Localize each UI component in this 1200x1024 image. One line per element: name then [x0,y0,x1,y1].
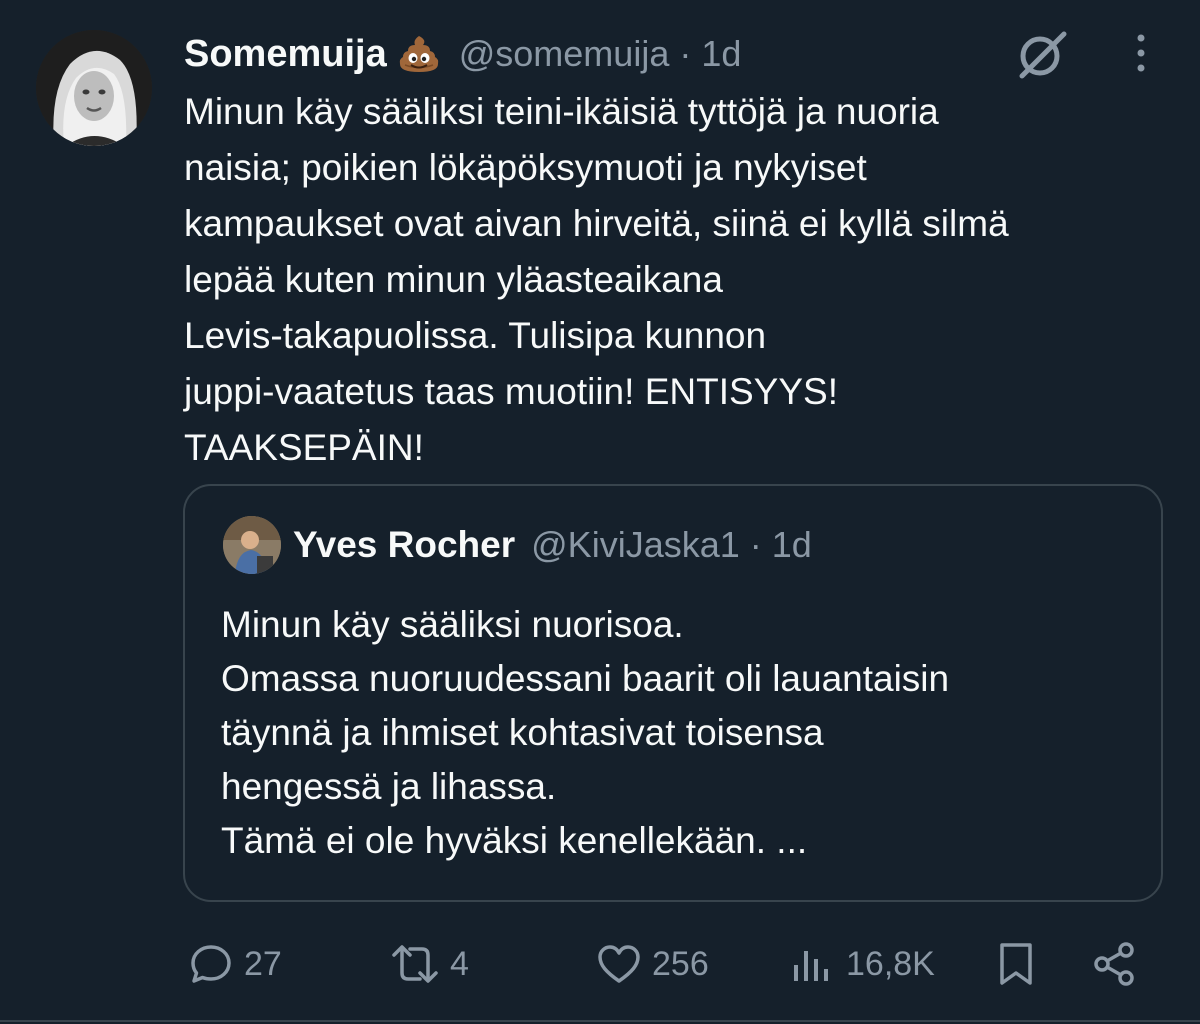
author-display-name[interactable]: Somemuija [184,33,387,76]
quoted-text-line: Minun käy sääliksi nuorisoa. [221,604,684,645]
separator-dot: · [749,524,762,565]
author-avatar-image [36,30,152,146]
share-button[interactable] [1090,936,1140,992]
reply-button[interactable]: 27 [186,936,282,992]
like-icon [598,945,640,983]
quoted-text-line: hengessä ja lihassa. [221,766,557,807]
quoted-tweet-card[interactable]: Yves Rocher @KiviJaska1 · 1d Minun käy s… [183,484,1163,902]
bookmark-button[interactable] [994,936,1038,992]
tweet-text-line: naisia; poikien lökäpöksymuoti ja nykyis… [184,147,867,188]
more-options-icon[interactable] [1124,28,1158,78]
share-icon [1094,942,1134,986]
quoted-tweet-header: Yves Rocher @KiviJaska1 · 1d [293,518,812,572]
tweet-text-line: TAAKSEPÄIN! [184,427,424,468]
quoted-tweet-timestamp: 1d [771,524,812,565]
views-count: 16,8K [846,944,935,983]
quoted-text-line: täynnä ja ihmiset kohtasivat toisensa [221,712,824,753]
quoted-author-display-name[interactable]: Yves Rocher [293,524,515,566]
views-button[interactable]: 16,8K [788,936,935,992]
reply-count: 27 [244,944,282,983]
quoted-author-avatar[interactable] [223,516,281,574]
author-avatar[interactable] [36,30,152,146]
quoted-tweet-text: Minun käy sääliksi nuorisoa. Omassa nuor… [221,598,1141,868]
repost-button[interactable]: 4 [388,936,469,992]
quoted-text-line: Tämä ei ole hyväksi kenellekään. ... [221,820,808,861]
repost-icon [392,945,438,983]
bottom-divider [0,1020,1200,1022]
tweet-timestamp[interactable]: 1d [701,33,741,75]
tweet[interactable]: Somemuija @somemuija · 1d Minun käy sääl… [0,0,1200,1024]
tweet-text-line: kampaukset ovat aivan hirveitä, siinä ei… [184,203,1009,244]
bookmark-icon [1000,943,1032,985]
like-count: 256 [652,944,709,983]
tweet-text: Minun käy sääliksi teini-ikäisiä tyttöjä… [184,84,1174,476]
tweet-header: Somemuija @somemuija · 1d [184,26,741,82]
quoted-author-avatar-image [223,516,281,574]
views-icon [794,951,828,981]
reply-icon [191,945,231,983]
tweet-text-line: Minun käy sääliksi teini-ikäisiä tyttöjä… [184,91,939,132]
separator-dot: · [679,33,692,74]
quoted-author-handle[interactable]: @KiviJaska1 [531,524,740,566]
tweet-text-line: Levis-takapuolissa. Tulisipa kunnon [184,315,767,356]
tweet-action-bar: 27 4 256 16,8K [0,936,1200,992]
repost-count: 4 [450,944,469,983]
grok-icon[interactable] [1014,26,1070,82]
author-handle[interactable]: @somemuija [459,33,670,75]
quoted-text-line: Omassa nuoruudessani baarit oli lauantai… [221,658,950,699]
tweet-text-line: lepää kuten minun yläasteaikana [184,259,723,300]
pile-of-poo-emoji-icon [397,32,441,76]
tweet-text-line: juppi-vaatetus taas muotiin! ENTISYYS! [184,371,838,412]
like-button[interactable]: 256 [594,936,709,992]
